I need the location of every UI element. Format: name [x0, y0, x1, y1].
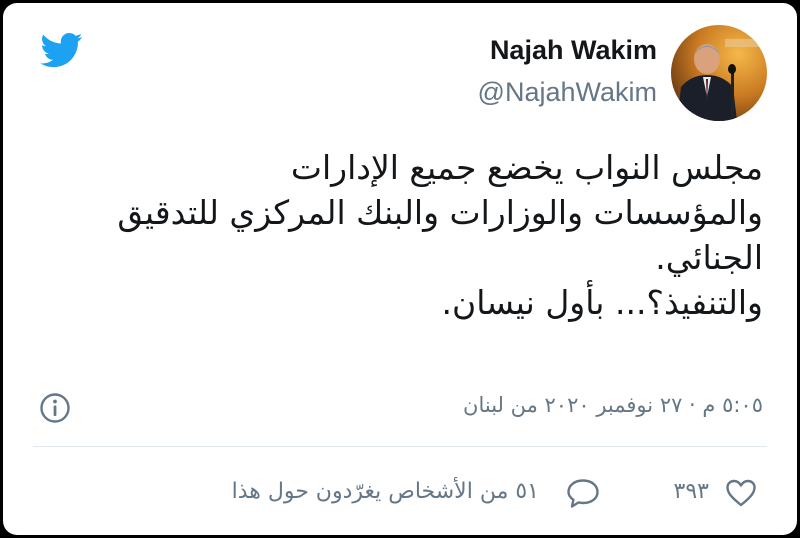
avatar[interactable]: [671, 25, 767, 121]
people-talking-link[interactable]: ٥١ من الأشخاص يغرّدون حول هذا: [232, 479, 539, 504]
heart-icon[interactable]: [725, 478, 757, 508]
tweet-timestamp[interactable]: ٥:٠٥ م · ٢٧ نوفمبر ٢٠٢٠ من لبنان: [463, 393, 763, 417]
tweet-line: مجلس النواب يخضع جميع الإدارات: [290, 148, 763, 187]
speech-bubble-icon[interactable]: [565, 477, 601, 509]
tweet-line: الجنائي.: [655, 238, 763, 277]
user-handle[interactable]: @NajahWakim: [478, 77, 657, 108]
info-icon[interactable]: [39, 392, 71, 424]
tweet-line: والتنفيذ؟... بأول نيسان.: [441, 283, 763, 322]
tweet-text: مجلس النواب يخضع جميع الإدارات والمؤسسات…: [33, 145, 763, 325]
tweet-card: Najah Wakim @NajahWakim مجلس النواب يخضع…: [3, 3, 797, 535]
divider: [33, 446, 767, 447]
display-name[interactable]: Najah Wakim: [490, 35, 657, 66]
twitter-bird-icon[interactable]: [37, 29, 87, 71]
like-count[interactable]: ٣٩٣: [674, 479, 709, 504]
tweet-line: والمؤسسات والوزارات والبنك المركزي للتدق…: [117, 193, 763, 232]
